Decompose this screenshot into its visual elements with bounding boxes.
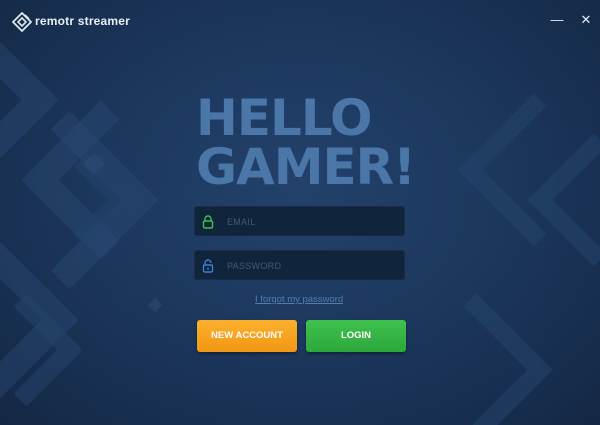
email-input[interactable] (225, 207, 399, 237)
page-title: HELLO GAMER! (196, 89, 416, 196)
email-field-container (194, 206, 405, 237)
title-bar: remotr streamer — ✕ (0, 0, 600, 40)
remotr-logo-icon (12, 12, 32, 32)
password-input[interactable] (225, 251, 399, 281)
new-account-button[interactable]: NEW ACCOUNT (197, 320, 297, 352)
lock-icon (202, 215, 214, 229)
minimize-button[interactable]: — (547, 10, 567, 30)
close-button[interactable]: ✕ (576, 10, 596, 30)
headline-line-1: HELLO (196, 89, 372, 147)
app-name: remotr streamer (35, 14, 131, 28)
login-window: remotr streamer — ✕ HELLO GAMER! I forgo… (0, 0, 600, 425)
password-field-container (194, 250, 405, 281)
unlock-icon (202, 259, 214, 273)
forgot-password-link[interactable]: I forgot my password (255, 294, 343, 305)
login-button[interactable]: LOGIN (306, 320, 406, 352)
headline-line-2: GAMER! (196, 138, 416, 196)
